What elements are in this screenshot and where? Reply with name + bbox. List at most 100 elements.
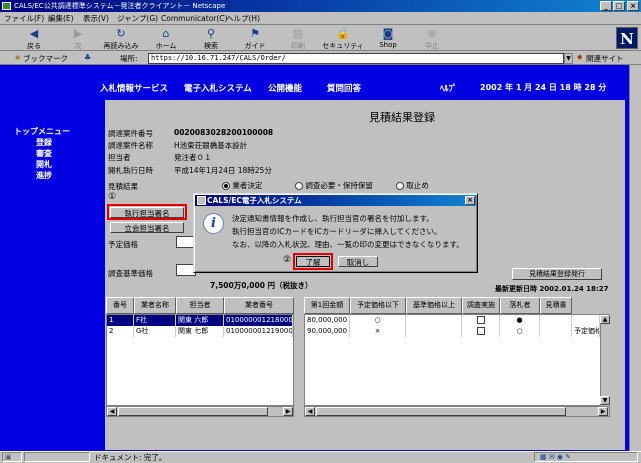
app-icon bbox=[2, 2, 11, 10]
col-header-round1-amount: 第1回金額 bbox=[304, 297, 350, 314]
related-sites-button[interactable]: 関連サイト bbox=[586, 53, 624, 64]
close-window-button[interactable]: × bbox=[627, 1, 639, 11]
amount-text: 7,500万0,000 円（税抜き） bbox=[210, 281, 313, 290]
sidebar-item-register[interactable]: 登録 bbox=[36, 137, 52, 148]
field-value-person: 発注者０１ bbox=[174, 153, 212, 162]
menu-help[interactable]: ヘルプ(H) bbox=[226, 13, 260, 25]
nav-help[interactable]: ﾍﾙﾌﾟ bbox=[440, 82, 457, 94]
table-cell: 010000001219000100 bbox=[226, 326, 293, 337]
dialog-app-icon bbox=[197, 196, 206, 205]
radio-button[interactable] bbox=[295, 182, 303, 190]
table-cell: 90,000,000 bbox=[305, 326, 350, 337]
lock-status-icon: ▣ bbox=[5, 453, 12, 461]
below-estimate-mark: × bbox=[350, 326, 406, 337]
scroll-right-arrow-icon[interactable]: ▶ bbox=[598, 407, 608, 416]
forward-button[interactable]: ▶ 次 bbox=[55, 25, 101, 51]
shop-button[interactable]: ◙ Shop bbox=[365, 25, 411, 51]
stop-button[interactable]: ⊗ 中止 bbox=[409, 25, 455, 51]
home-button[interactable]: ⌂ ホーム bbox=[143, 25, 189, 51]
survey-checkbox[interactable] bbox=[476, 327, 485, 335]
guide-button[interactable]: ⚑ ガイド bbox=[232, 25, 278, 51]
cancel-button[interactable]: 取消し bbox=[338, 256, 378, 267]
col-header-person: 担当者 bbox=[176, 297, 224, 314]
nav-public-functions[interactable]: 公開機能 bbox=[268, 82, 302, 94]
scroll-left-arrow-icon[interactable]: ◀ bbox=[107, 407, 117, 416]
field-label-case-number: 調達案件番号 bbox=[108, 129, 153, 138]
scroll-up-arrow-icon[interactable]: ▲ bbox=[600, 315, 610, 324]
location-label: 場所: bbox=[120, 54, 138, 63]
window-title: CALS/EC公共調達標準システム－発注者クライアント－ Netscape bbox=[14, 2, 226, 10]
sidebar-heading[interactable]: トップメニュー bbox=[14, 126, 70, 137]
reload-button[interactable]: ↻ 再読み込み bbox=[98, 25, 144, 51]
nav-qa[interactable]: 質問回答 bbox=[327, 82, 361, 94]
field-label-case-name: 調達案件名称 bbox=[108, 141, 153, 150]
minimize-button[interactable]: _ bbox=[600, 1, 612, 11]
radio-survey-required[interactable]: 調査必要・保持保留 bbox=[295, 180, 373, 191]
nav-e-bidding-system[interactable]: 電子入札システム bbox=[184, 82, 252, 94]
witness-sign-button[interactable]: 立会担当署名 bbox=[110, 222, 184, 233]
sidebar-item-opening[interactable]: 開札 bbox=[36, 159, 52, 170]
table-cell bbox=[540, 326, 572, 337]
bookmarks-button[interactable]: ブックマーク bbox=[23, 53, 68, 64]
print-icon: ▤ bbox=[292, 27, 304, 40]
menu-go[interactable]: ジャンプ(G) bbox=[117, 13, 158, 25]
below-estimate-mark: ○ bbox=[350, 315, 406, 326]
component-bar-icons[interactable]: ▦ ✉ ◉ ✎ bbox=[540, 452, 571, 462]
page-proxy-icon[interactable]: ♣ bbox=[84, 53, 91, 62]
table-cell: G社 bbox=[134, 326, 176, 337]
menu-file[interactable]: ファイル(F) bbox=[4, 13, 44, 25]
current-datetime: 2002 年 1 月 24 日 18 時 28 分 bbox=[480, 83, 607, 92]
radio-button[interactable] bbox=[396, 182, 404, 190]
right-grid-scroll-thumb[interactable] bbox=[316, 407, 566, 416]
col-header-above-base: 基準価格以上 bbox=[406, 297, 462, 314]
print-button[interactable]: ▤ 印刷 bbox=[275, 25, 321, 51]
result-label: 見積結果 bbox=[108, 182, 138, 191]
menu-edit[interactable]: 編集(E) bbox=[48, 13, 74, 25]
winner-mark[interactable]: ● bbox=[500, 315, 540, 326]
estimated-price-label: 予定価格 bbox=[108, 240, 138, 249]
winner-mark[interactable]: ○ bbox=[500, 326, 540, 337]
field-label-opening-datetime: 開札執行日時 bbox=[108, 166, 153, 175]
table-cell bbox=[572, 315, 600, 326]
sidebar-item-progress[interactable]: 進捗 bbox=[36, 170, 52, 181]
back-arrow-icon: ◀ bbox=[29, 27, 39, 40]
survey-cell bbox=[462, 315, 500, 326]
ok-button[interactable]: 了解 bbox=[296, 256, 330, 267]
field-value-case-number: 0020083028200100008 bbox=[174, 128, 274, 137]
table-cell bbox=[540, 315, 572, 326]
step-2-marker: ② bbox=[283, 255, 292, 265]
sidebar-item-review[interactable]: 審査 bbox=[36, 148, 52, 159]
executive-sign-button[interactable]: 執行担当署名 bbox=[110, 207, 184, 218]
radio-vendor-decided[interactable]: 業者決定 bbox=[222, 180, 262, 191]
progress-cell bbox=[24, 452, 90, 462]
col-header-number: 番号 bbox=[106, 297, 134, 314]
step-1-marker: ① bbox=[108, 192, 117, 202]
radio-cancel[interactable]: 取止め bbox=[396, 180, 429, 191]
url-dropdown-arrow-icon[interactable]: ▼ bbox=[564, 53, 573, 64]
maximize-button[interactable]: □ bbox=[613, 1, 625, 11]
survey-checkbox[interactable] bbox=[476, 316, 485, 324]
table-cell: 1 bbox=[107, 315, 134, 326]
right-grid-vscrollbar[interactable] bbox=[600, 315, 610, 406]
search-button[interactable]: ⚲ 検索 bbox=[188, 25, 234, 51]
menu-communicator[interactable]: Communicator(C) bbox=[161, 13, 227, 25]
scroll-left-arrow-icon[interactable]: ◀ bbox=[305, 407, 315, 416]
dialog-message-line: 決定通知書情報を作成し、執行担当官の署名を付加します。 bbox=[232, 214, 434, 223]
table-cell: F社 bbox=[134, 315, 176, 326]
left-grid-scroll-thumb[interactable] bbox=[118, 407, 268, 416]
scroll-down-arrow-icon[interactable]: ▼ bbox=[600, 396, 610, 405]
table-cell bbox=[406, 315, 462, 326]
menu-view[interactable]: 表示(V) bbox=[83, 13, 109, 25]
url-input[interactable]: https://10.16.71.247/CALS/Order/ bbox=[148, 53, 564, 64]
page-vertical-scrollbar[interactable] bbox=[629, 65, 641, 451]
radio-button-selected[interactable] bbox=[222, 182, 230, 190]
nav-bid-info-service[interactable]: 入札情報サービス bbox=[100, 82, 168, 94]
scroll-right-arrow-icon[interactable]: ▶ bbox=[283, 407, 293, 416]
table-cell bbox=[406, 326, 462, 337]
dialog-message-line: 執行担当官のICカードをICカードリーダに挿入してください。 bbox=[232, 227, 442, 236]
security-button[interactable]: 🔒 セキュリティ bbox=[320, 25, 366, 51]
back-button[interactable]: ◀ 戻る bbox=[11, 25, 57, 51]
dialog-close-icon[interactable]: × bbox=[465, 196, 475, 205]
netscape-logo[interactable]: N bbox=[616, 27, 638, 49]
issue-result-button[interactable]: 見積結果登録発行 bbox=[512, 268, 602, 280]
